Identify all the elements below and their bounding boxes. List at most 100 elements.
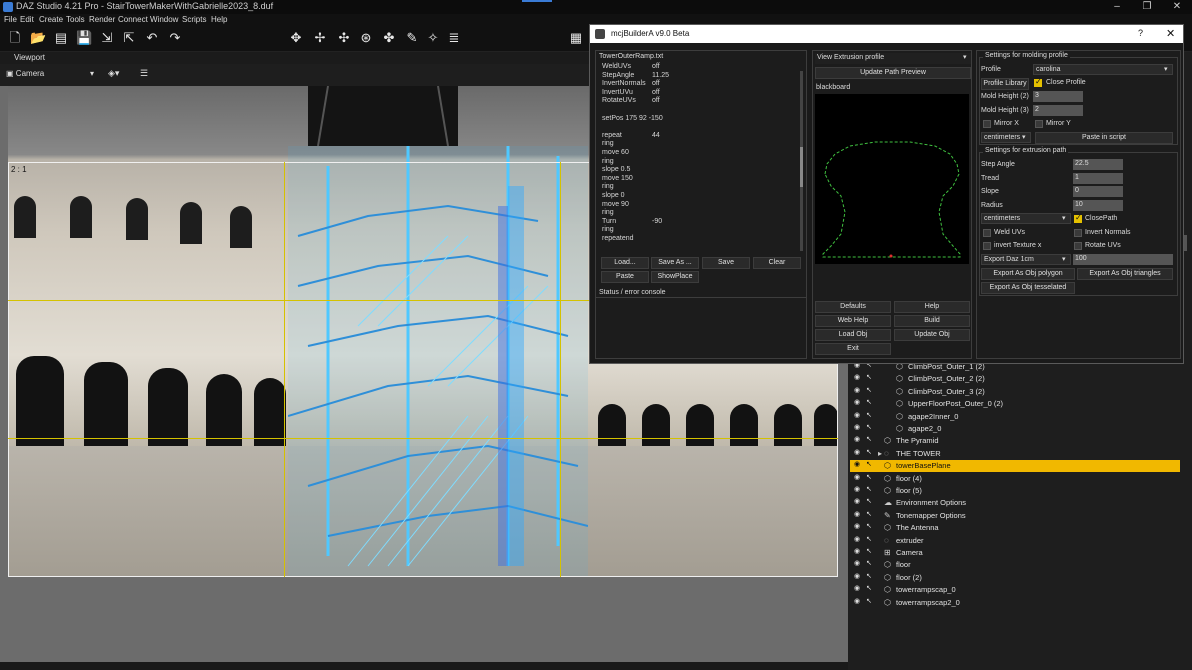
visibility-eye-icon[interactable]: ◉ [854,498,863,506]
scene-tree-row[interactable]: ◉ ↖ ⊞ Camera [850,547,1180,559]
profile-select[interactable]: carolina ▾ [1033,64,1173,75]
load-obj-button[interactable]: Load Obj [815,329,891,341]
maximize-button[interactable]: ❐ [1132,0,1162,14]
help-icon[interactable]: ? [1138,28,1143,38]
visibility-eye-icon[interactable]: ◉ [854,585,863,593]
scene-tree-row[interactable]: ◉ ↖ ⬡ The Antenna [850,522,1180,534]
tread-input[interactable]: 1 [1073,173,1123,184]
menu-edit[interactable]: Edit [20,15,34,24]
selectable-arrow-icon[interactable]: ↖ [866,523,875,531]
scene-tree-row[interactable]: ◉ ↖ ⬡ agape2Inner_0 [850,411,1180,423]
visibility-eye-icon[interactable]: ◉ [854,449,863,457]
scale-tool-icon[interactable]: ✤ [381,30,397,46]
menu-connect[interactable]: Connect [118,15,148,24]
selectable-arrow-icon[interactable]: ↖ [866,486,875,494]
mirror-x-checkbox[interactable] [983,120,991,128]
rotate-tool-icon[interactable]: ⊛ [358,30,374,46]
visibility-eye-icon[interactable]: ◉ [854,412,863,420]
export-obj-tesselated-button[interactable]: Export As Obj tesselated [981,282,1075,294]
import-icon[interactable]: ⇲ [99,30,115,46]
scene-tree-row[interactable]: ◉ ↖ ⬡ towerBasePlane [850,460,1180,473]
paste-button[interactable]: Paste [601,271,649,283]
weld-uvs-checkbox[interactable] [983,229,991,237]
load-button[interactable]: Load... [601,257,649,269]
web-help-button[interactable]: Web Help [815,315,891,327]
scene-tree-row[interactable]: ◉ ↖ ▸ ◌ THE TOWER [850,448,1180,460]
visibility-eye-icon[interactable]: ◉ [854,374,863,382]
menu-render[interactable]: Render [89,15,115,24]
paste-in-script-button[interactable]: Paste in script [1035,132,1173,144]
scene-tree-row[interactable]: ◉ ↖ ⬡ floor [850,559,1180,571]
scene-tree-row[interactable]: ◉ ↖ ⬡ ClimbPost_Outer_2 (2) [850,373,1180,385]
selectable-arrow-icon[interactable]: ↖ [866,498,875,506]
scene-tree-row[interactable]: ◉ ↖ ◌ extruder [850,535,1180,547]
redo-icon[interactable]: ↷ [167,30,183,46]
step-angle-input[interactable]: 22.5 [1073,159,1123,170]
selectable-arrow-icon[interactable]: ↖ [866,374,875,382]
rotate-uvs-checkbox[interactable] [1074,242,1082,250]
menu-help[interactable]: Help [211,15,227,24]
scene-tree-row[interactable]: ◉ ↖ ⬡ UpperFloorPost_Outer_0 (2) [850,398,1180,410]
script-scrollbar-thumb[interactable] [800,147,803,187]
selectable-arrow-icon[interactable]: ↖ [866,511,875,519]
scene-tree-row[interactable]: ◉ ↖ ⬡ towerrampscap_0 [850,584,1180,596]
save-icon[interactable]: 💾 [76,30,92,46]
surface-selection-icon[interactable]: ✧ [425,30,441,46]
showplace-button[interactable]: ShowPlace [651,271,699,283]
close-path-checkbox[interactable] [1074,213,1082,223]
scene-tree-row[interactable]: ◉ ↖ ✎ Tonemapper Options [850,510,1180,522]
visibility-eye-icon[interactable]: ◉ [854,523,863,531]
visibility-eye-icon[interactable]: ◉ [854,573,863,581]
invert-texture-checkbox[interactable] [983,242,991,250]
mold-height-3-input[interactable]: 2 [1033,105,1083,116]
selectable-arrow-icon[interactable]: ↖ [866,387,875,395]
visibility-eye-icon[interactable]: ◉ [854,474,863,482]
scene-tree-row[interactable]: ◉ ↖ ⬡ floor (2) [850,572,1180,584]
scene-tree-row[interactable]: ◉ ↖ ⬡ The Pyramid [850,435,1180,447]
menu-tools[interactable]: Tools [66,15,85,24]
invert-normals-checkbox[interactable] [1074,229,1082,237]
exit-button[interactable]: Exit [815,343,891,355]
export-obj-polygon-button[interactable]: Export As Obj polygon [981,268,1075,280]
visibility-eye-icon[interactable]: ◉ [854,598,863,606]
scene-tree-row[interactable]: ◉ ↖ ⬡ agape2_0 [850,423,1180,435]
visibility-eye-icon[interactable]: ◉ [854,436,863,444]
close-profile-checkbox[interactable] [1034,77,1042,87]
visibility-eye-icon[interactable]: ◉ [854,511,863,519]
selectable-arrow-icon[interactable]: ↖ [866,461,875,469]
save-as-button[interactable]: Save As ... [651,257,699,269]
new-file-icon[interactable]: 🗋 [7,30,23,46]
save-button[interactable]: Save [702,257,750,269]
export-scale-select[interactable]: Export Daz 1cm ▾ [981,254,1071,265]
export-icon[interactable]: ⇱ [121,30,137,46]
profile-library-button[interactable]: Profile Library [981,78,1029,90]
help-button[interactable]: Help [894,301,970,313]
selectable-arrow-icon[interactable]: ↖ [866,536,875,544]
menu-scripts[interactable]: Scripts [182,15,206,24]
scene-tree-row[interactable]: ◉ ↖ ☁ Environment Options [850,497,1180,509]
menu-create[interactable]: Create [39,15,63,24]
clear-button[interactable]: Clear [753,257,801,269]
scene-tree-row[interactable]: ◉ ↖ ⬡ ClimbPost_Outer_3 (2) [850,386,1180,398]
selectable-arrow-icon[interactable]: ↖ [866,573,875,581]
visibility-eye-icon[interactable]: ◉ [854,424,863,432]
script-editor[interactable]: WeldUVs off StepAngle 11.25 InvertNormals off… [596,61,796,277]
render-settings-icon[interactable]: ▦ [568,30,584,46]
open-recent-icon[interactable]: ▤ [53,30,69,46]
menu-file[interactable]: File [4,15,17,24]
visibility-eye-icon[interactable]: ◉ [854,461,863,469]
selectable-arrow-icon[interactable]: ↖ [866,436,875,444]
visibility-eye-icon[interactable]: ◉ [854,548,863,556]
visibility-eye-icon[interactable]: ◉ [854,486,863,494]
selectable-arrow-icon[interactable]: ↖ [866,548,875,556]
universal-tool-icon[interactable]: ✢ [312,30,328,46]
build-button[interactable]: Build [894,315,970,327]
draw-style-icon[interactable]: ◈▾ [108,68,119,79]
node-selection-icon[interactable]: ✥ [288,30,304,46]
close-icon[interactable]: ✕ [1166,27,1175,40]
mold-height-2-input[interactable]: 3 [1033,91,1083,102]
spot-render-icon[interactable]: ✎ [404,30,420,46]
undo-icon[interactable]: ↶ [144,30,160,46]
toolbar-menu-icon[interactable]: ≣ [446,30,462,46]
mirror-y-checkbox[interactable] [1035,120,1043,128]
